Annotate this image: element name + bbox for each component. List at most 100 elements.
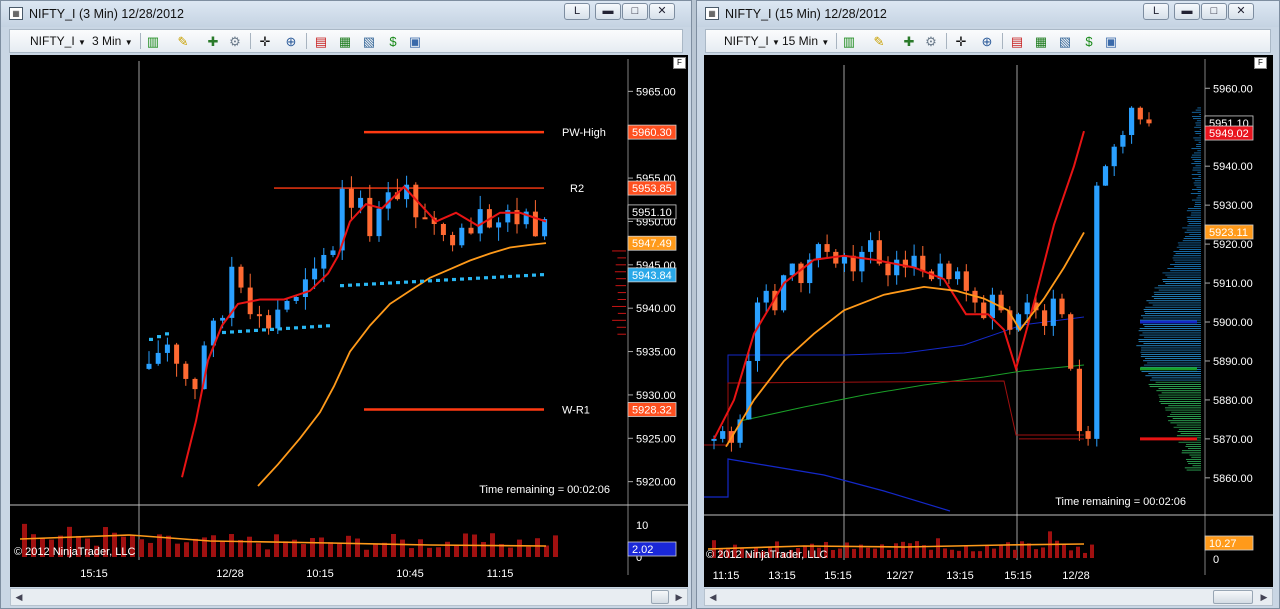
candle bbox=[312, 269, 317, 280]
properties-icon[interactable]: ▧ bbox=[1056, 33, 1074, 50]
price-chart-svg[interactable]: 5965.005960.005955.005950.005945.005940.… bbox=[10, 55, 688, 587]
candle bbox=[193, 379, 198, 389]
candle bbox=[441, 224, 446, 235]
title-bar[interactable]: ▦ NIFTY_I (15 Min) 12/28/2012 L ▬ □ ✕ bbox=[697, 1, 1279, 27]
close-button[interactable]: ✕ bbox=[1228, 3, 1254, 20]
scroll-right-arrow-icon[interactable]: ▶ bbox=[1256, 589, 1272, 605]
candle bbox=[496, 222, 501, 227]
template-icon[interactable]: ▣ bbox=[1102, 33, 1120, 50]
volume-bar bbox=[1076, 547, 1080, 558]
horizontal-scrollbar[interactable]: ◀ ▶ bbox=[704, 588, 1273, 606]
chart-trader-icon[interactable]: ▤ bbox=[1008, 33, 1026, 50]
instrument-dropdown[interactable]: NIFTY_I ▼ bbox=[30, 34, 86, 48]
instrument-dropdown[interactable]: NIFTY_I ▼ bbox=[724, 34, 780, 48]
pencil-icon[interactable]: ✎ bbox=[174, 33, 192, 50]
scroll-thumb[interactable] bbox=[651, 590, 669, 604]
period-dropdown[interactable]: 15 Min ▼ bbox=[782, 34, 829, 48]
scroll-left-arrow-icon[interactable]: ◀ bbox=[11, 589, 27, 605]
crosshair-icon[interactable]: ✛ bbox=[256, 33, 274, 50]
volume-bar bbox=[1027, 543, 1031, 558]
volume-bar bbox=[409, 548, 414, 557]
candle bbox=[946, 264, 951, 280]
price-chart-svg[interactable]: 5960.005950.005940.005930.005920.005910.… bbox=[704, 55, 1273, 587]
price-chart-panel[interactable]: 5965.005960.005955.005950.005945.005940.… bbox=[10, 55, 688, 587]
pivot-dot bbox=[428, 279, 432, 282]
link-button[interactable]: L bbox=[1143, 3, 1169, 20]
scroll-thumb[interactable] bbox=[1213, 590, 1253, 604]
candle bbox=[920, 256, 925, 272]
price-tag: 5949.02 bbox=[1209, 128, 1249, 140]
volume-bar bbox=[992, 549, 996, 558]
data-series-icon[interactable]: ▦ bbox=[336, 33, 354, 50]
volume-bar bbox=[193, 539, 198, 557]
pivot-dot bbox=[372, 282, 376, 285]
pencil-icon[interactable]: ✎ bbox=[870, 33, 888, 50]
chart-window-3min[interactable]: ▦ NIFTY_I (3 Min) 12/28/2012 L ▬ □ ✕ NIF… bbox=[0, 0, 692, 609]
add-indicator-icon[interactable]: ✚ bbox=[204, 33, 222, 50]
dollar-icon[interactable]: $ bbox=[1080, 33, 1098, 50]
candle bbox=[1051, 299, 1056, 326]
candle bbox=[165, 345, 170, 353]
format-button[interactable]: F bbox=[673, 57, 686, 69]
add-indicator-icon[interactable]: ✚ bbox=[900, 33, 918, 50]
pivot-dot bbox=[356, 283, 360, 286]
maximize-button[interactable]: □ bbox=[622, 3, 648, 20]
format-button[interactable]: F bbox=[1254, 57, 1267, 69]
volume-bar bbox=[943, 548, 947, 558]
fast-moving-average-line bbox=[714, 131, 1084, 439]
title-bar[interactable]: ▦ NIFTY_I (3 Min) 12/28/2012 L ▬ □ ✕ bbox=[1, 1, 691, 27]
pivot-dot bbox=[302, 326, 306, 329]
instrument-label: NIFTY_I bbox=[724, 34, 769, 48]
x-tick-label: 10:45 bbox=[396, 568, 424, 580]
bar-style-icon[interactable]: ▥ bbox=[840, 33, 858, 50]
time-remaining-label: Time remaining = 00:02:06 bbox=[479, 484, 610, 496]
link-button[interactable]: L bbox=[564, 3, 590, 20]
chart-trader-icon[interactable]: ▤ bbox=[312, 33, 330, 50]
data-series-icon[interactable]: ▦ bbox=[1032, 33, 1050, 50]
volume-bar bbox=[1090, 545, 1094, 558]
close-button[interactable]: ✕ bbox=[649, 3, 675, 20]
pivot-dot bbox=[286, 327, 290, 330]
period-label: 3 Min bbox=[92, 34, 121, 48]
pivot-dot bbox=[278, 327, 282, 330]
strategy-icon[interactable]: ⚙ bbox=[226, 33, 244, 50]
candle bbox=[349, 189, 354, 208]
properties-icon[interactable]: ▧ bbox=[360, 33, 378, 50]
horizontal-scrollbar[interactable]: ◀ ▶ bbox=[10, 588, 688, 606]
candle bbox=[990, 295, 995, 318]
zoom-icon[interactable]: ⊕ bbox=[282, 33, 300, 50]
minimize-button[interactable]: ▬ bbox=[595, 3, 621, 20]
pivot-dot bbox=[388, 281, 392, 284]
toolbar-divider bbox=[836, 33, 837, 49]
y-tick-label: 5925.00 bbox=[636, 433, 676, 445]
candle bbox=[781, 275, 786, 310]
volume-bar bbox=[391, 534, 396, 557]
maximize-button[interactable]: □ bbox=[1201, 3, 1227, 20]
chevron-down-icon: ▼ bbox=[78, 38, 86, 47]
dollar-icon[interactable]: $ bbox=[384, 33, 402, 50]
pivot-dot bbox=[380, 282, 384, 285]
zoom-icon[interactable]: ⊕ bbox=[978, 33, 996, 50]
minimize-button[interactable]: ▬ bbox=[1174, 3, 1200, 20]
chart-window-15min[interactable]: ▦ NIFTY_I (15 Min) 12/28/2012 L ▬ □ ✕ NI… bbox=[696, 0, 1280, 609]
level-label: W-R1 bbox=[562, 404, 590, 416]
volume-bar bbox=[274, 534, 279, 557]
bar-style-icon[interactable]: ▥ bbox=[144, 33, 162, 50]
crosshair-icon[interactable]: ✛ bbox=[952, 33, 970, 50]
candle bbox=[981, 303, 986, 319]
volume-bar bbox=[957, 551, 961, 558]
price-chart-panel[interactable]: 5960.005950.005940.005930.005920.005910.… bbox=[704, 55, 1273, 587]
pivot-dot bbox=[318, 325, 322, 328]
candle bbox=[868, 240, 873, 252]
period-dropdown[interactable]: 3 Min ▼ bbox=[92, 34, 133, 48]
volume-bar bbox=[229, 534, 234, 557]
scroll-left-arrow-icon[interactable]: ◀ bbox=[705, 589, 721, 605]
template-icon[interactable]: ▣ bbox=[406, 33, 424, 50]
toolbar-divider bbox=[946, 33, 947, 49]
candle bbox=[478, 209, 483, 233]
strategy-icon[interactable]: ⚙ bbox=[922, 33, 940, 50]
pivot-dot bbox=[540, 273, 544, 276]
scroll-right-arrow-icon[interactable]: ▶ bbox=[671, 589, 687, 605]
volume-bar bbox=[211, 535, 216, 557]
chart-toolbar: NIFTY_I ▼ 15 Min ▼ ▥ ✎ ✚ ⚙ ✛ ⊕ ▤ ▦ ▧ $ ▣ bbox=[705, 29, 1271, 53]
